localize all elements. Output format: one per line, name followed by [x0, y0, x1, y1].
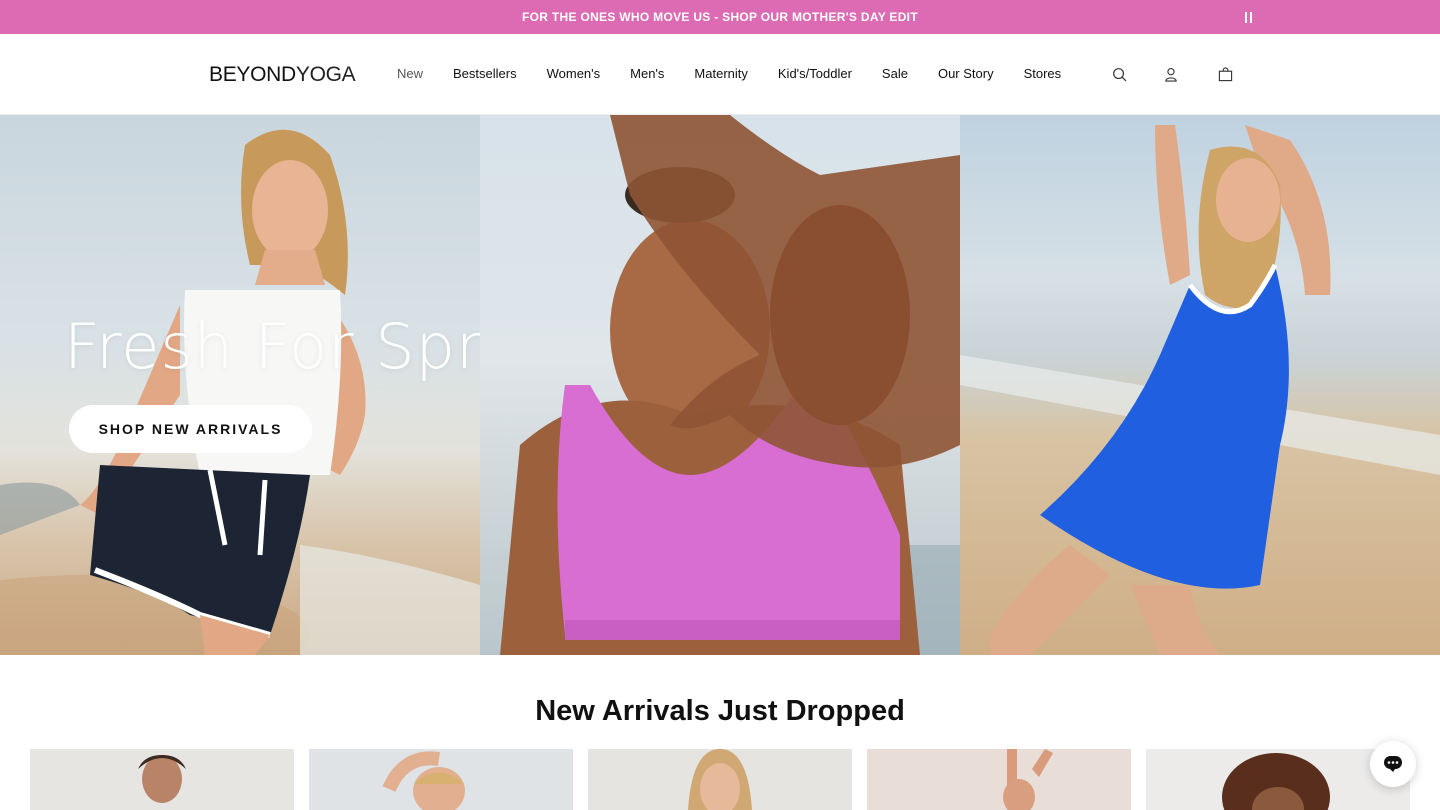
nav-new[interactable]: New: [397, 66, 423, 81]
product-card-2[interactable]: [309, 749, 573, 810]
nav-stores[interactable]: Stores: [1024, 66, 1062, 81]
search-icon[interactable]: [1110, 65, 1128, 83]
hero-image-white-tank[interactable]: Fresh For Spring SHOP NEW ARRIVALS: [0, 115, 480, 655]
product-carousel: [30, 749, 1410, 810]
nav-bestsellers[interactable]: Bestsellers: [453, 66, 517, 81]
logo[interactable]: BEYONDYOGA: [209, 63, 356, 87]
shop-new-arrivals-label: SHOP NEW ARRIVALS: [98, 421, 283, 437]
main-nav: New Bestsellers Women's Men's Maternity …: [397, 66, 1061, 81]
product-card-4[interactable]: [867, 749, 1131, 810]
hero-banner[interactable]: Fresh For Spring SHOP NEW ARRIVALS: [0, 115, 1440, 655]
nav-maternity[interactable]: Maternity: [694, 66, 747, 81]
product-card-3[interactable]: [588, 749, 852, 810]
nav-kids-toddler[interactable]: Kid's/Toddler: [778, 66, 852, 81]
nav-sale[interactable]: Sale: [882, 66, 908, 81]
chat-icon[interactable]: [1370, 741, 1416, 787]
nav-our-story[interactable]: Our Story: [938, 66, 994, 81]
header-icons: [1110, 65, 1234, 83]
announcement-link[interactable]: FOR THE ONES WHO MOVE US - SHOP OUR MOTH…: [522, 10, 918, 24]
announcement-bar: FOR THE ONES WHO MOVE US - SHOP OUR MOTH…: [0, 0, 1440, 34]
cart-icon[interactable]: [1216, 65, 1234, 83]
shop-new-arrivals-button[interactable]: SHOP NEW ARRIVALS: [69, 405, 312, 453]
pause-icon[interactable]: [1240, 9, 1256, 25]
hero-image-pink-bra[interactable]: [480, 115, 960, 655]
site-header: BEYONDYOGA New Bestsellers Women's Men's…: [0, 34, 1440, 115]
section-title: New Arrivals Just Dropped: [535, 695, 905, 727]
logo-part-yoga: YOGA: [295, 63, 356, 86]
product-card-1[interactable]: [30, 749, 294, 810]
nav-womens[interactable]: Women's: [547, 66, 601, 81]
nav-mens[interactable]: Men's: [630, 66, 664, 81]
account-icon[interactable]: [1162, 65, 1180, 83]
logo-part-beyond: BEYOND: [209, 63, 296, 86]
hero-image-blue-dress[interactable]: [960, 115, 1440, 655]
hero-title: Fresh For Spring: [64, 310, 480, 383]
